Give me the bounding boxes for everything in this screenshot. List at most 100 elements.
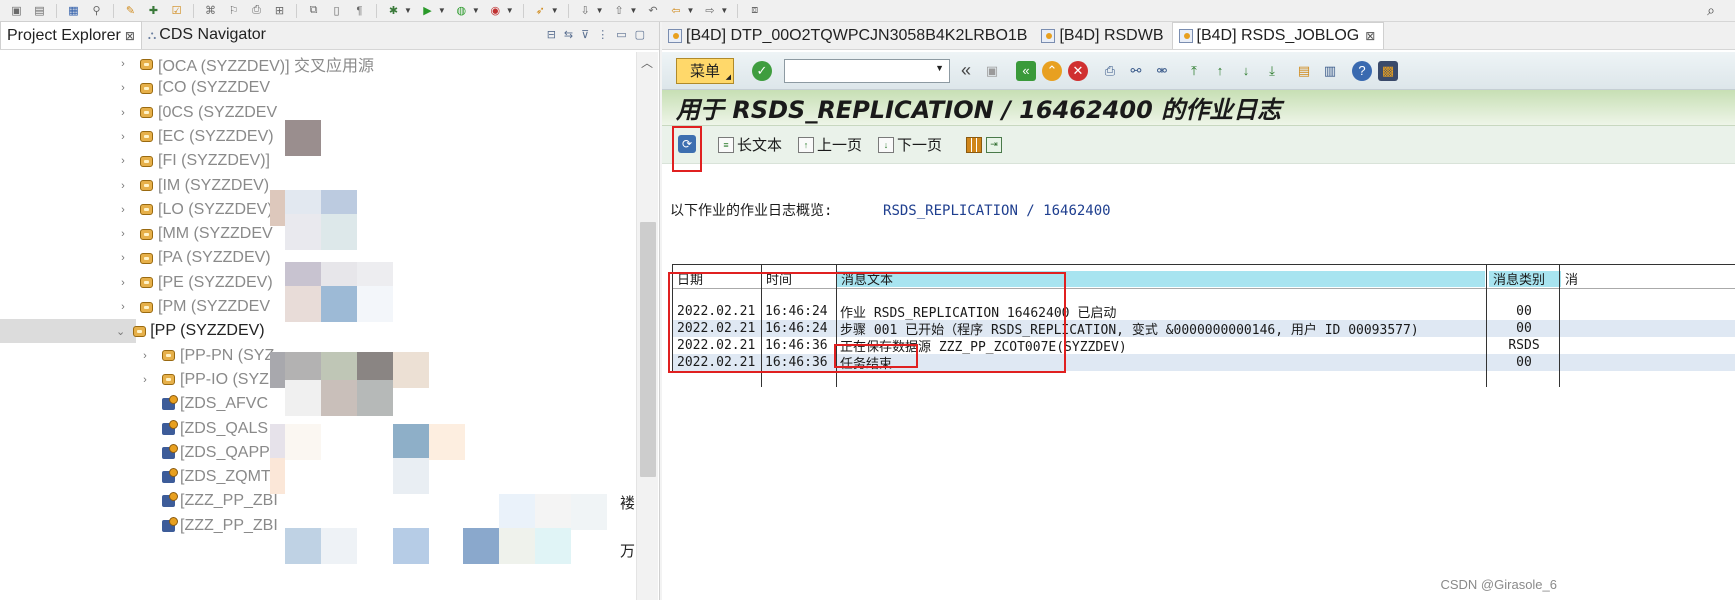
forward-dropdown-icon[interactable]: ▼ [720, 6, 728, 15]
find-icon[interactable]: ⚯ [1126, 61, 1146, 81]
next-annotation-icon[interactable]: ⇩ [578, 3, 593, 18]
prev-annotation-dropdown-icon[interactable]: ▼ [630, 6, 638, 15]
link-with-editor-icon[interactable]: ⇆ [564, 28, 573, 41]
column-header-text[interactable]: 消息文本 [837, 269, 893, 288]
quick-access-dropdown-icon[interactable]: ▼ [551, 6, 559, 15]
chevron-right-icon[interactable]: › [116, 301, 130, 313]
next-page-button[interactable]: ↓ 下一页 [878, 134, 942, 155]
menu-button[interactable]: 菜单 ◢ [676, 57, 734, 84]
table-row[interactable]: 2022.02.21 16:46:36 正在保存数据源 ZZZ_PP_ZCOT007… [673, 337, 1735, 354]
tab-rsdwb[interactable]: [B4D] RSDWB [1035, 22, 1171, 49]
search-icon[interactable]: ⌕ [1707, 2, 1715, 19]
tab-project-explorer[interactable]: Project Explorer ⊠ [0, 21, 142, 49]
tree-item[interactable]: › [PP-IO (SYZ [0, 368, 269, 392]
new-abap-project-icon[interactable]: ✎ [123, 3, 138, 18]
exit-icon[interactable]: ⌃ [1042, 60, 1062, 81]
format-icon[interactable]: ⊞ [272, 3, 287, 18]
close-icon[interactable]: ⊠ [125, 29, 135, 43]
chevron-right-icon[interactable]: › [138, 350, 152, 362]
cancel-icon[interactable]: ✕ [1068, 60, 1088, 81]
run-icon[interactable]: ▶ [420, 3, 435, 18]
external-tools-icon[interactable]: ◉ [488, 3, 503, 18]
where-used-icon[interactable]: ⌘ [203, 3, 218, 18]
chevron-right-icon[interactable]: › [116, 228, 130, 240]
chevron-right-icon[interactable]: › [116, 107, 130, 119]
column-header-time[interactable]: 时间 [762, 269, 792, 288]
layout-icon[interactable]: ▩ [1378, 60, 1398, 81]
enter-checkmark-icon[interactable]: ✓ [752, 60, 772, 81]
save-icon[interactable]: ▣ [9, 3, 24, 18]
block-icon[interactable]: ▯ [329, 3, 344, 18]
tab-dtp[interactable]: [B4D] DTP_00O2TQWPCJN3058B4K2LRBO1B [662, 22, 1035, 49]
tree-item[interactable]: › [0CS (SYZZDEV [0, 101, 277, 125]
pilcrow-icon[interactable]: ¶ [352, 3, 367, 18]
back-icon[interactable]: « [1016, 60, 1036, 81]
tree-item[interactable]: [ZZZ_PP_ZBI [0, 489, 278, 513]
tree-item[interactable]: › [PP-PN (SYZ [0, 344, 274, 368]
new-object-icon[interactable]: ✚ [146, 3, 161, 18]
chevron-right-icon[interactable]: › [116, 252, 130, 264]
tree-item[interactable]: [ZDS_QAPP [0, 441, 270, 465]
forward-icon[interactable]: ⇨ [702, 3, 717, 18]
column-header-date[interactable]: 日期 [673, 269, 703, 288]
tree-item[interactable]: › [CO (SYZZDEV [0, 76, 270, 100]
open-sap-gui-icon[interactable]: ▦ [66, 3, 81, 18]
coverage-icon[interactable]: ◍ [454, 3, 469, 18]
tree-scrollbar[interactable]: ︿ [636, 52, 658, 600]
chevron-right-icon[interactable]: › [116, 82, 130, 94]
find-next-icon[interactable]: ⚮ [1152, 61, 1172, 81]
next-annotation-dropdown-icon[interactable]: ▼ [596, 6, 604, 15]
table-icon[interactable] [966, 136, 983, 153]
chevron-right-icon[interactable]: › [116, 58, 130, 70]
column-header-class[interactable]: 消息类别 [1489, 269, 1545, 288]
first-page-icon[interactable]: ⤒ [1184, 61, 1204, 81]
tree-item[interactable]: › [PA (SYZZDEV) [0, 246, 270, 270]
create-session-icon[interactable]: ▤ [1294, 61, 1314, 81]
tree-item[interactable]: › [IM (SYZZDEV) [0, 174, 269, 198]
tree-item[interactable]: › [LO (SYZZDEV) [0, 198, 273, 222]
coverage-dropdown-icon[interactable]: ▼ [472, 6, 480, 15]
column-header-extra[interactable]: 消 [1561, 269, 1578, 288]
last-page-icon[interactable]: ⤓ [1262, 61, 1282, 81]
shortcut-icon[interactable]: ▥ [1320, 61, 1340, 81]
last-edit-icon[interactable]: ↶ [645, 3, 660, 18]
tree-item[interactable]: [ZDS_AFVC [0, 392, 268, 416]
chevron-down-icon[interactable]: ▼ [935, 63, 944, 73]
external-tools-dropdown-icon[interactable]: ▼ [506, 6, 514, 15]
help-icon[interactable]: ? [1352, 60, 1372, 81]
maximize-icon[interactable]: ▢ [635, 28, 645, 41]
tree-item[interactable]: › [OCA (SYZZDEV)] 交叉应用源 [0, 52, 374, 76]
debug-icon[interactable]: ✱ [386, 3, 401, 18]
print-icon[interactable]: ⎙ [1100, 61, 1120, 81]
tree-item[interactable]: [ZDS_ZQMT [0, 465, 271, 489]
long-text-button[interactable]: ≡ 长文本 [718, 134, 782, 155]
collapse-all-icon[interactable]: ⊟ [547, 28, 556, 41]
prev-annotation-icon[interactable]: ⇧ [612, 3, 627, 18]
chevron-right-icon[interactable]: › [116, 131, 130, 143]
chevron-right-icon[interactable]: › [116, 204, 130, 216]
debug-dropdown-icon[interactable]: ▼ [404, 6, 412, 15]
filter-icon[interactable]: ⊽ [581, 28, 589, 41]
save-icon[interactable]: ▣ [982, 61, 1002, 81]
chevron-right-icon[interactable]: › [116, 180, 130, 192]
scroll-up-icon[interactable]: ︿ [641, 54, 653, 71]
tab-cds-navigator[interactable]: ⛬ CDS Navigator [142, 21, 272, 49]
view-menu-icon[interactable]: ⋮ [597, 28, 608, 41]
quick-access-icon[interactable]: ➶ [533, 3, 548, 18]
table-row[interactable]: 2022.02.21 16:46:24 步骤 001 已开始（程序 RSDS_REP… [673, 320, 1735, 337]
back-icon[interactable]: ⇦ [668, 3, 683, 18]
export-icon[interactable]: ⇥ [986, 136, 1003, 153]
command-field[interactable]: ▼ [784, 58, 950, 83]
tree-item[interactable]: › [MM (SYZZDEV [0, 222, 273, 246]
close-icon[interactable]: ⊠ [1365, 29, 1375, 43]
toggle-icon[interactable]: ⧉ [306, 3, 321, 18]
check-icon[interactable]: ⚐ [226, 3, 241, 18]
refresh-icon[interactable]: ⟳ [678, 134, 696, 153]
open-perspective-icon[interactable]: ⧈ [747, 3, 762, 18]
back-dropdown-icon[interactable]: ▼ [686, 6, 694, 15]
tree-item[interactable]: › [PE (SYZZDEV) [0, 271, 273, 295]
tree-item[interactable]: › [PM (SYZZDEV [0, 295, 270, 319]
next-page-icon[interactable]: ↓ [1236, 61, 1256, 81]
print-icon[interactable]: ⎙ [249, 3, 264, 18]
scrollbar-thumb[interactable] [640, 222, 656, 477]
